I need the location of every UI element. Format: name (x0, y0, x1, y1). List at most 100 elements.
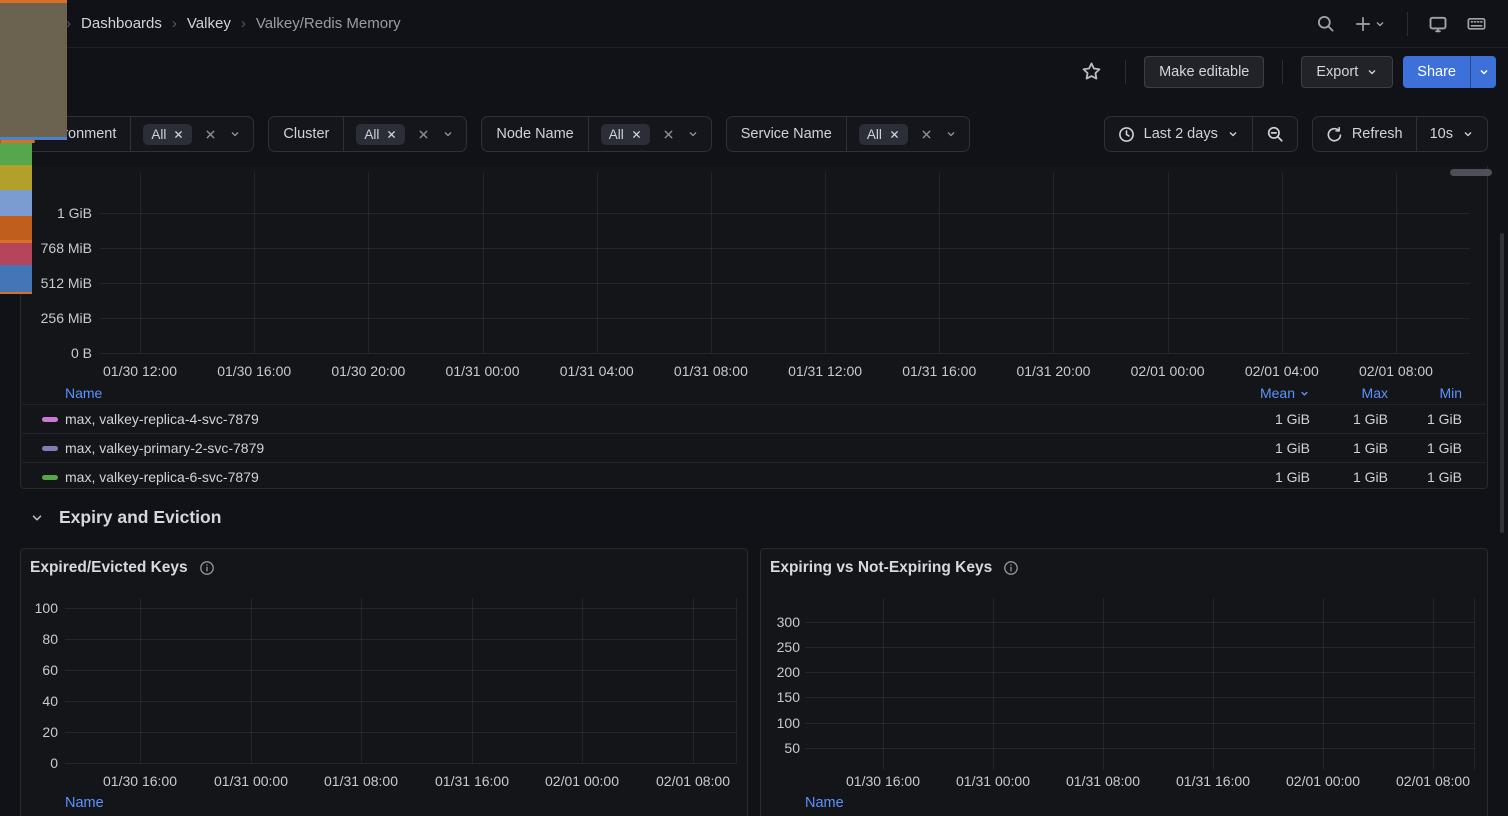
breadcrumb-current-page: Valkey/Redis Memory (256, 15, 401, 32)
filter-label[interactable]: Cluster (269, 117, 344, 151)
section-expiry-and-eviction[interactable]: Expiry and Eviction (30, 507, 221, 528)
refresh-icon (1326, 126, 1343, 143)
refresh-button[interactable]: Refresh (1313, 117, 1416, 151)
time-picker: Last 2 days (1104, 116, 1298, 152)
search-icon (1316, 14, 1335, 33)
filter-environment: Environment All (20, 116, 254, 152)
filter-node-name: Node Name All (481, 116, 711, 152)
series-stat-value: 1 GiB (1226, 411, 1310, 427)
panel-title-expired[interactable]: Expired/Evicted Keys (30, 559, 215, 577)
info-icon[interactable] (199, 560, 215, 576)
filter-cluster: Cluster All (268, 116, 467, 152)
close-icon (631, 129, 642, 140)
legend-header: Name Mean Max Min (20, 382, 1488, 404)
share-menu-button[interactable] (1470, 56, 1496, 88)
favorite-button[interactable] (1075, 56, 1107, 88)
panel-title-text: Expired/Evicted Keys (30, 559, 188, 577)
clock-icon (1118, 126, 1135, 143)
chevron-down-icon[interactable] (687, 128, 699, 140)
filter-value-select[interactable]: All (847, 117, 969, 151)
chevron-down-icon (229, 128, 241, 140)
clear-filter-icon[interactable] (417, 128, 430, 141)
info-icon[interactable] (1003, 560, 1019, 576)
time-range-button[interactable]: Last 2 days (1105, 117, 1252, 151)
legend-row[interactable]: max, valkey-replica-4-svc-78791 GiB1 GiB… (20, 404, 1488, 433)
selected-value-pill[interactable]: All (859, 124, 908, 145)
filter-value-select[interactable]: All (344, 117, 466, 151)
chevron-down-icon[interactable] (229, 128, 241, 140)
legend-header-max[interactable]: Max (1310, 385, 1388, 401)
series-name[interactable]: max, valkey-replica-6-svc-7879 (65, 469, 1226, 485)
export-button[interactable]: Export (1301, 56, 1393, 88)
monitor-icon (1428, 14, 1448, 34)
legend-row[interactable]: max, valkey-replica-6-svc-78791 GiB1 GiB… (20, 462, 1488, 489)
filter-label[interactable]: Node Name (482, 117, 588, 151)
selected-value: All (609, 127, 624, 142)
chevron-down-icon (1374, 18, 1386, 30)
series-color-swatch[interactable] (42, 475, 58, 480)
breadcrumb-separator: › (66, 15, 71, 32)
series-name[interactable]: max, valkey-primary-2-svc-7879 (65, 440, 1226, 456)
clear-filter-icon[interactable] (662, 128, 675, 141)
top-nav-actions (1309, 8, 1492, 40)
chevron-down-icon (945, 128, 957, 140)
breadcrumb-home[interactable]: Home (16, 15, 56, 32)
clear-filter-icon[interactable] (920, 128, 933, 141)
refresh-interval-button[interactable]: 10s (1416, 117, 1487, 151)
refresh-interval-label: 10s (1430, 126, 1453, 142)
series-color-swatch[interactable] (42, 446, 58, 451)
search-button[interactable] (1309, 8, 1341, 40)
legend-header-mean[interactable]: Mean (1226, 385, 1310, 401)
legend-row[interactable]: max, valkey-primary-2-svc-78791 GiB1 GiB… (20, 433, 1488, 462)
series-stat-value: 1 GiB (1226, 469, 1310, 485)
vertical-scrollbar-thumb[interactable] (1500, 233, 1504, 533)
refresh-label: Refresh (1352, 126, 1403, 142)
scrollbar-thumb[interactable] (1450, 169, 1492, 176)
make-editable-label: Make editable (1159, 64, 1249, 80)
selected-value-pill[interactable]: All (143, 124, 192, 145)
clear-filter-icon[interactable] (204, 128, 217, 141)
filter-label[interactable]: Service Name (727, 117, 847, 151)
filter-label[interactable]: Environment (21, 117, 131, 151)
legend-header-name[interactable]: Name (65, 795, 104, 811)
section-title: Expiry and Eviction (59, 507, 221, 528)
legend-header-name[interactable]: Name (805, 795, 844, 811)
breadcrumb-separator: › (241, 15, 246, 32)
series-stat-value: 1 GiB (1226, 440, 1310, 456)
panel-title-expiring[interactable]: Expiring vs Not-Expiring Keys (770, 559, 1019, 577)
sort-chevron-down-icon (1299, 388, 1310, 399)
legend-header-mean-label: Mean (1260, 385, 1295, 401)
series-color-swatch[interactable] (42, 417, 58, 422)
keyboard-shortcuts-button[interactable] (1460, 8, 1492, 40)
chevron-down-icon (442, 128, 454, 140)
legend-header-min[interactable]: Min (1388, 385, 1462, 401)
share-button[interactable]: Share (1403, 56, 1470, 88)
expiring-vs-not-expiring-keys-panel (760, 548, 1488, 816)
legend-header-name[interactable]: Name (65, 385, 1226, 401)
refresh-controls: Refresh 10s (1312, 116, 1488, 152)
selected-value: All (364, 127, 379, 142)
zoom-out-button[interactable] (1252, 117, 1297, 151)
breadcrumb-valkey[interactable]: Valkey (187, 15, 231, 32)
series-stat-value: 1 GiB (1310, 440, 1388, 456)
close-icon (889, 129, 900, 140)
expired-evicted-keys-panel (20, 548, 748, 816)
make-editable-button[interactable]: Make editable (1144, 56, 1264, 88)
keyboard-icon (1466, 13, 1487, 34)
breadcrumb-dashboards[interactable]: Dashboards (81, 15, 162, 32)
series-stat-value: 1 GiB (1388, 411, 1462, 427)
selected-value-pill[interactable]: All (356, 124, 405, 145)
series-stat-value: 1 GiB (1310, 469, 1388, 485)
legend-header-min-label: Min (1439, 385, 1462, 401)
filter-value-select[interactable]: All (131, 117, 253, 151)
selected-value-pill[interactable]: All (601, 124, 650, 145)
filter-value-select[interactable]: All (589, 117, 711, 151)
close-icon (386, 129, 397, 140)
grafana-dashboard: Home › Dashboards › Valkey › Valkey/Redi… (0, 0, 1508, 816)
new-button[interactable] (1347, 8, 1393, 40)
series-name[interactable]: max, valkey-replica-4-svc-7879 (65, 411, 1226, 427)
selected-value: All (151, 127, 166, 142)
chevron-down-icon[interactable] (945, 128, 957, 140)
chevron-down-icon[interactable] (442, 128, 454, 140)
tv-mode-button[interactable] (1422, 8, 1454, 40)
